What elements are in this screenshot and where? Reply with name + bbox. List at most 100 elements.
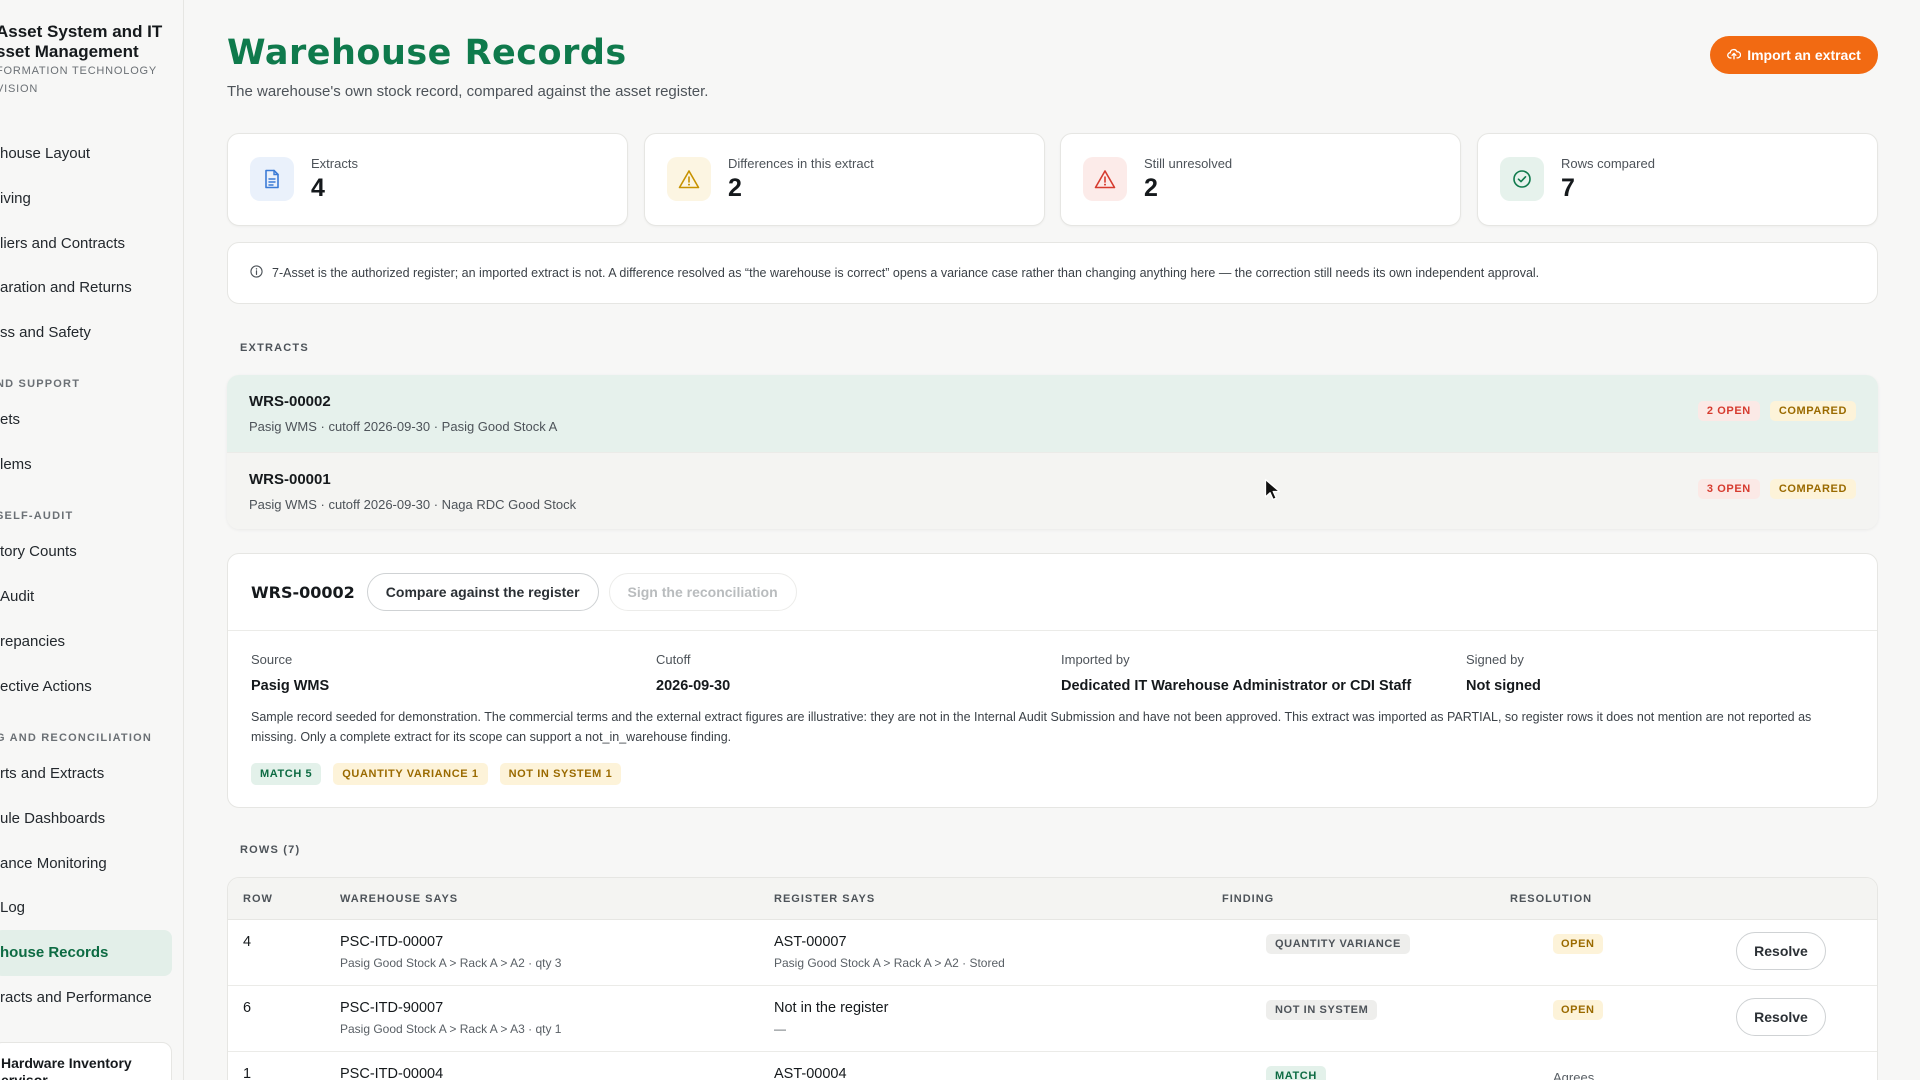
field-cutoff: Cutoff 2026-09-30 (656, 652, 730, 694)
import-extract-label: Import an extract (1747, 47, 1861, 63)
sidebar-item-access-and-safety[interactable]: ss and Safety (0, 310, 172, 356)
register-notice: 7-Asset is the authorized register; an i… (227, 242, 1878, 304)
sidebar-item-warehouse-records[interactable]: house Records (0, 930, 172, 976)
column-header-register: REGISTER SAYS (774, 893, 876, 905)
sidebar-item-problems[interactable]: lems (0, 442, 172, 488)
row-number: 4 (243, 934, 252, 950)
stat-label: Extracts (311, 156, 358, 171)
upload-cloud-icon (1727, 47, 1742, 64)
register-location: Pasig Good Stock A > Rack A > A2 · Store… (774, 956, 1005, 970)
warning-icon (667, 157, 711, 201)
extract-meta: Pasig WMS · cutoff 2026-09-30 · Pasig Go… (249, 419, 558, 434)
warehouse-cell: PSC-ITD-90007 Pasig Good Stock A > Rack … (340, 1000, 561, 1036)
main-content: Warehouse Records The warehouse's own st… (184, 0, 1920, 1080)
column-header-warehouse: WAREHOUSE SAYS (340, 893, 459, 905)
summary-badge-quantity-variance: QUANTITY VARIANCE 1 (333, 763, 488, 785)
resolve-button[interactable]: Resolve (1736, 998, 1826, 1036)
sidebar-item-suppliers-and-contracts[interactable]: liers and Contracts (0, 221, 172, 267)
status-badge: COMPARED (1769, 479, 1856, 499)
sign-reconciliation-button[interactable]: Sign the reconciliation (608, 573, 797, 611)
sidebar-item-inventory-counts[interactable]: tory Counts (0, 529, 172, 575)
sidebar-section-self-audit: SELF-AUDIT (0, 510, 74, 522)
warehouse-location: Pasig Good Stock A > Rack A > A2 · qty 3 (340, 956, 562, 970)
table-row: 1 PSC-ITD-00004 AST-00004 MATCH Agrees (228, 1052, 1877, 1080)
resolution-badge: OPEN (1553, 1000, 1603, 1020)
sidebar-section-reconciliation: G AND RECONCILIATION (0, 732, 152, 744)
field-value: 2026-09-30 (656, 678, 731, 694)
check-circle-icon (1500, 157, 1544, 201)
brand-subtitle-line-2: VISION (0, 83, 39, 95)
resolve-button[interactable]: Resolve (1736, 932, 1826, 970)
info-icon (250, 265, 263, 281)
stat-card-rows-compared: Rows compared 7 (1477, 133, 1878, 226)
table-header: ROW WAREHOUSE SAYS REGISTER SAYS FINDING… (228, 878, 1877, 920)
register-location: — (774, 1022, 786, 1036)
stat-value: 4 (311, 174, 325, 202)
rows-table: ROW WAREHOUSE SAYS REGISTER SAYS FINDING… (227, 877, 1878, 1080)
notice-text: 7-Asset is the authorized register; an i… (272, 266, 1540, 280)
sidebar-item-schedule-dashboards[interactable]: ule Dashboards (0, 796, 172, 842)
brand-title-line-1: Asset System and IT (0, 22, 163, 41)
page-subtitle: The warehouse's own stock record, compar… (227, 83, 709, 100)
warehouse-location: Pasig Good Stock A > Rack A > A3 · qty 1 (340, 1022, 562, 1036)
register-cell: Not in the register — (774, 1000, 888, 1036)
field-value: Pasig WMS (251, 678, 330, 694)
sidebar-item-audit[interactable]: Audit (0, 574, 172, 620)
detail-note: Sample record seeded for demonstration. … (251, 710, 1812, 744)
open-count-badge: 2 OPEN (1697, 401, 1760, 421)
alert-icon (1083, 157, 1127, 201)
row-number: 6 (243, 1000, 252, 1016)
sidebar: Asset System and IT sset Management FORM… (0, 0, 184, 1080)
user-role-card[interactable]: Hardware Inventory ervisor (0, 1042, 172, 1080)
summary-badge-match: MATCH 5 (251, 763, 322, 785)
stat-card-extracts: Extracts 4 (227, 133, 628, 226)
user-role-line-1: Hardware Inventory (1, 1055, 132, 1071)
warehouse-cell: PSC-ITD-00004 (340, 1066, 443, 1080)
sidebar-item-audit-log[interactable]: Log (0, 885, 172, 931)
stat-card-unresolved: Still unresolved 2 (1060, 133, 1461, 226)
register-item: AST-00004 (774, 1066, 847, 1080)
sidebar-item-compliance-monitoring[interactable]: ance Monitoring (0, 841, 172, 887)
warehouse-item: PSC-ITD-90007 (340, 1000, 444, 1016)
extract-row-selected[interactable]: WRS-00002 Pasig WMS · cutoff 2026-09-30 … (227, 375, 1878, 452)
sidebar-item-reports-and-extracts[interactable]: rts and Extracts (0, 751, 172, 797)
extract-id: WRS-00001 (249, 471, 331, 488)
extract-id: WRS-00002 (249, 393, 331, 410)
stat-value: 7 (1561, 174, 1575, 202)
brand-title-line-2: sset Management (0, 42, 139, 61)
register-item: AST-00007 (774, 934, 847, 950)
row-number: 1 (243, 1066, 252, 1080)
compare-register-button[interactable]: Compare against the register (366, 573, 599, 611)
rows-section-label: ROWS (7) (240, 844, 301, 856)
brand: Asset System and IT sset Management FORM… (0, 22, 183, 98)
mouse-pointer-icon (1264, 478, 1282, 507)
page-title: Warehouse Records (227, 33, 627, 73)
sidebar-item-contracts-and-performance[interactable]: racts and Performance (0, 975, 172, 1021)
user-role-line-2: ervisor (1, 1072, 48, 1080)
field-label: Imported by (1061, 652, 1130, 667)
finding-badge: MATCH (1266, 1066, 1326, 1080)
column-header-finding: FINDING (1222, 893, 1275, 905)
field-label: Cutoff (656, 652, 691, 667)
summary-badge-not-in-system: NOT IN SYSTEM 1 (499, 763, 622, 785)
field-source: Source Pasig WMS (251, 652, 329, 694)
extract-row[interactable]: WRS-00001 Pasig WMS · cutoff 2026-09-30 … (227, 452, 1878, 529)
extracts-section-label: EXTRACTS (240, 342, 309, 354)
warehouse-item: PSC-ITD-00004 (340, 1066, 444, 1080)
import-extract-button[interactable]: Import an extract (1710, 36, 1878, 74)
table-row: 6 PSC-ITD-90007 Pasig Good Stock A > Rac… (228, 986, 1877, 1052)
field-value: Dedicated IT Warehouse Administrator or … (1061, 678, 1412, 694)
sidebar-item-preparation-and-returns[interactable]: aration and Returns (0, 265, 172, 311)
sidebar-item-warehouse-layout[interactable]: house Layout (0, 131, 172, 177)
sidebar-item-corrective-actions[interactable]: ective Actions (0, 664, 172, 710)
stat-label: Rows compared (1561, 156, 1655, 171)
sidebar-item-receiving[interactable]: iving (0, 176, 172, 222)
document-icon (250, 157, 294, 201)
sidebar-section-support: ND SUPPORT (0, 378, 81, 390)
finding-badge: QUANTITY VARIANCE (1266, 934, 1410, 954)
sidebar-item-tickets[interactable]: ets (0, 397, 172, 443)
sidebar-item-discrepancies[interactable]: repancies (0, 619, 172, 665)
field-label: Source (251, 652, 293, 667)
column-header-resolution: RESOLUTION (1510, 893, 1593, 905)
resolution-cell: OPEN (1553, 934, 1603, 954)
